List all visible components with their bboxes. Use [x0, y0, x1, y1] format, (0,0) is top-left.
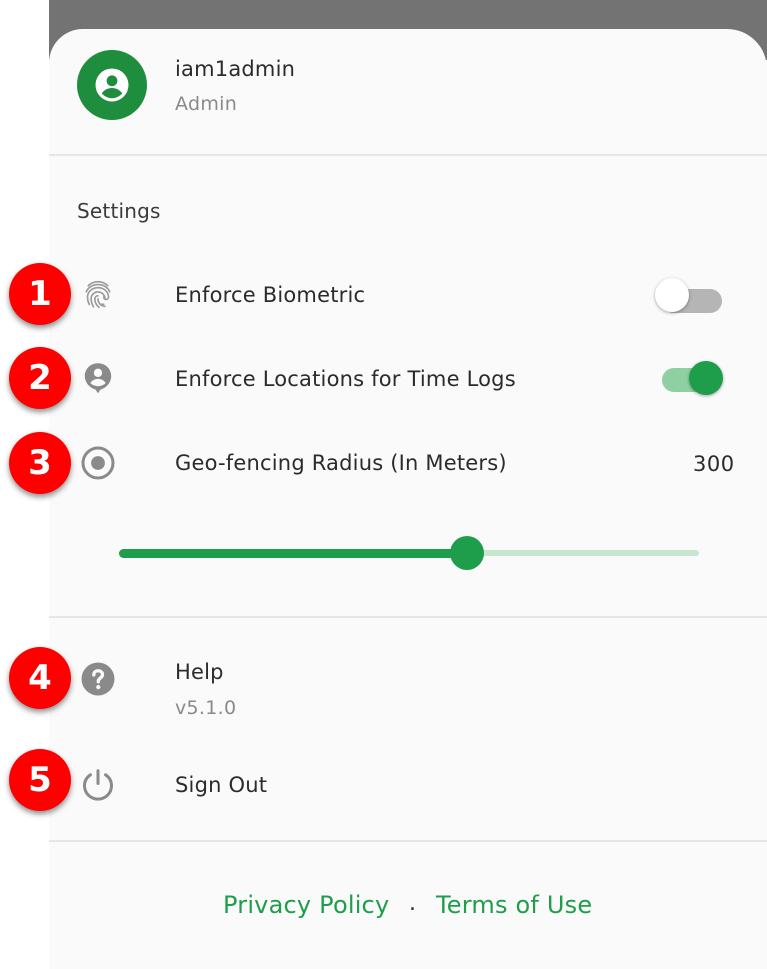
geofencing-slider-fill [119, 549, 467, 558]
user-avatar [77, 50, 147, 120]
terms-of-use-link[interactable]: Terms of Use [436, 891, 592, 919]
divider-footer [49, 840, 767, 842]
enforce-biometric-toggle[interactable] [655, 278, 722, 319]
settings-section-title: Settings [77, 199, 161, 223]
annotation-badge-1: 1 [9, 263, 71, 325]
app-screen: iam1admin Admin Settings Enforce Biometr… [0, 0, 767, 969]
annotation-badge-5: 5 [9, 749, 71, 811]
annotation-badge-3: 3 [9, 432, 71, 494]
enforce-biometric-label: Enforce Biometric [175, 283, 366, 307]
person-pin-icon [80, 360, 116, 398]
geofencing-slider-thumb[interactable] [450, 536, 484, 570]
sign-out-item[interactable]: Sign Out [175, 773, 267, 797]
divider-settings [49, 616, 767, 618]
user-role: Admin [175, 93, 238, 115]
annotation-badge-2: 2 [9, 347, 71, 409]
enforce-locations-toggle[interactable] [658, 361, 726, 398]
toggle-knob [689, 361, 723, 395]
annotation-badge-4: 4 [9, 647, 71, 709]
help-circle-icon [80, 661, 116, 697]
enforce-locations-label: Enforce Locations for Time Logs [175, 367, 516, 391]
help-item[interactable]: Help [175, 660, 224, 684]
user-name: iam1admin [175, 57, 296, 81]
radio-target-icon [80, 445, 116, 481]
settings-drawer: iam1admin Admin Settings Enforce Biometr… [49, 29, 767, 969]
power-icon [80, 767, 116, 803]
divider-profile [49, 154, 767, 156]
toggle-knob [655, 278, 689, 312]
fingerprint-icon [80, 276, 116, 312]
account-circle-icon [95, 68, 129, 102]
footer-separator: . [409, 891, 416, 916]
privacy-policy-link[interactable]: Privacy Policy [223, 891, 389, 919]
geofencing-radius-value: 300 [693, 452, 735, 476]
geofencing-label: Geo-fencing Radius (In Meters) [175, 451, 507, 475]
app-version: v5.1.0 [175, 697, 237, 719]
